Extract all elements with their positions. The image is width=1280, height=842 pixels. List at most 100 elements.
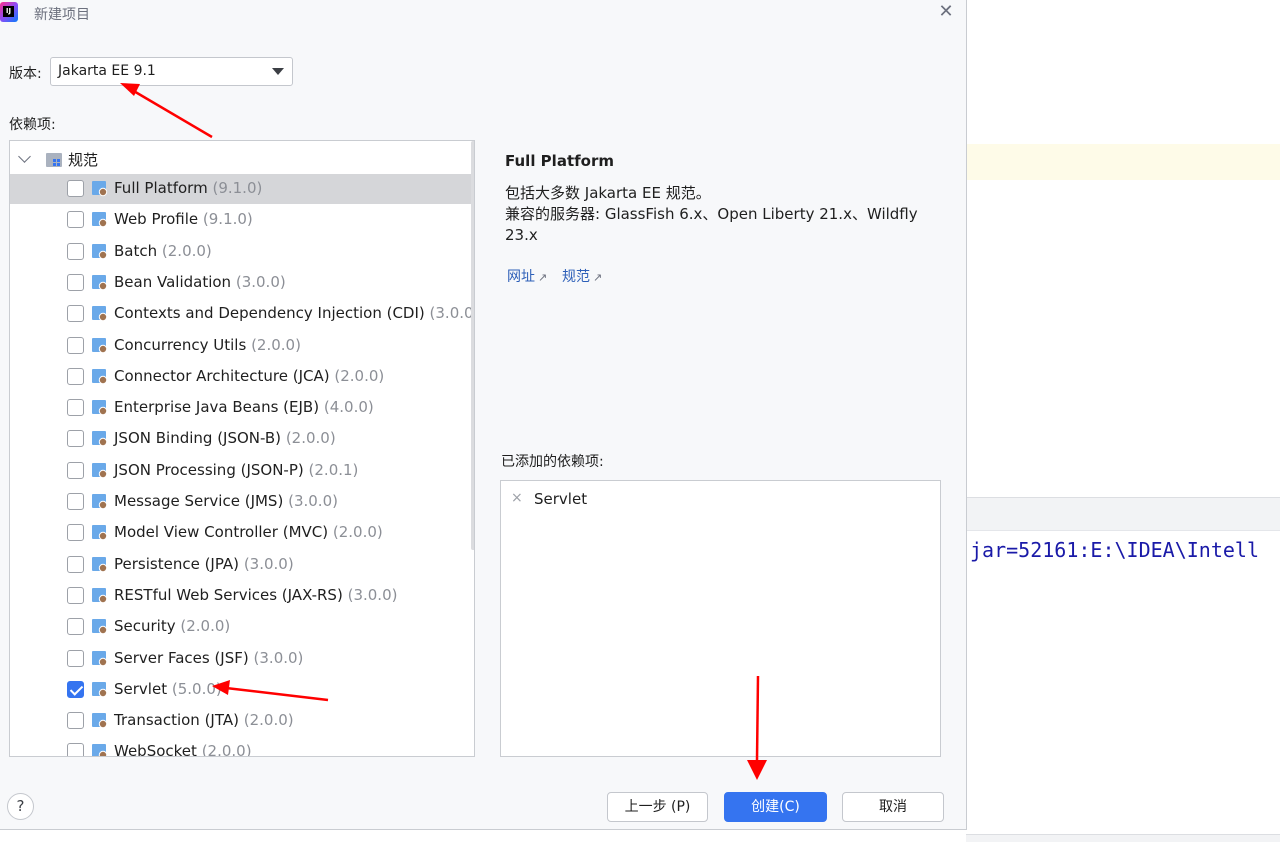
dependency-checkbox[interactable] — [67, 649, 84, 667]
dependency-row[interactable]: JSON Binding (JSON-B) (2.0.0) — [10, 424, 474, 454]
tree-scrollbar[interactable] — [471, 141, 474, 550]
dependency-label: Enterprise Java Beans (EJB) (4.0.0) — [114, 398, 374, 416]
dependency-name: Persistence (JPA) — [114, 554, 240, 573]
detail-description: 包括大多数 Jakarta EE 规范。 兼容的服务器: GlassFish 6… — [505, 183, 935, 246]
dependency-checkbox[interactable] — [67, 273, 84, 291]
previous-button[interactable]: 上一步 (P) — [607, 792, 708, 822]
dependency-checkbox[interactable] — [67, 399, 84, 417]
dependency-row[interactable]: Transaction (JTA) (2.0.0) — [10, 706, 474, 736]
website-link-label: 网址 — [507, 269, 535, 285]
dependency-version: (9.1.0) — [202, 210, 253, 229]
library-icon — [92, 744, 108, 756]
library-icon — [92, 587, 108, 608]
detail-title: Full Platform — [505, 152, 614, 170]
dependency-row[interactable]: Connector Architecture (JCA) (2.0.0) — [10, 362, 474, 392]
dependency-row[interactable]: Persistence (JPA) (3.0.0) — [10, 550, 474, 580]
dependency-label: Server Faces (JSF) (3.0.0) — [114, 649, 303, 667]
dependency-label: Concurrency Utils (2.0.0) — [114, 336, 301, 354]
create-button[interactable]: 创建(C) — [724, 792, 827, 822]
dependency-label: Security (2.0.0) — [114, 617, 230, 635]
dependency-name: Batch — [114, 241, 158, 260]
library-icon — [92, 274, 108, 295]
help-button[interactable]: ? — [7, 793, 34, 820]
dependency-row[interactable]: Enterprise Java Beans (EJB) (4.0.0) — [10, 393, 474, 423]
dependency-checkbox[interactable] — [67, 430, 84, 448]
dependency-row[interactable]: RESTful Web Services (JAX-RS) (3.0.0) — [10, 581, 474, 611]
dependencies-label: 依赖项: — [9, 117, 56, 133]
dependency-row[interactable]: Model View Controller (MVC) (2.0.0) — [10, 518, 474, 548]
dependency-version: (2.0.0) — [251, 335, 301, 354]
dependency-row[interactable]: Web Profile (9.1.0) — [10, 205, 474, 235]
dependency-checkbox[interactable] — [67, 211, 84, 229]
new-project-dialog: IJ 新建项目 ✕ 版本: Jakarta EE 9.1 依赖项: 规范 Ful… — [0, 0, 967, 830]
remove-icon[interactable]: × — [511, 490, 523, 506]
dependency-version: (2.0.0) — [201, 742, 252, 757]
dependency-row[interactable]: Batch (2.0.0) — [10, 237, 474, 267]
dependency-label: Persistence (JPA) (3.0.0) — [114, 555, 294, 573]
library-icon — [92, 713, 108, 733]
library-icon — [92, 556, 108, 577]
dependency-checkbox[interactable] — [67, 555, 84, 573]
dependency-checkbox[interactable] — [67, 461, 84, 479]
spec-link-label: 规范 — [562, 269, 590, 285]
dependency-checkbox[interactable] — [67, 524, 84, 542]
library-icon — [92, 431, 108, 451]
dependency-checkbox[interactable] — [67, 336, 84, 354]
dependency-name: Enterprise Java Beans (EJB) — [114, 398, 320, 417]
background-ide-editor — [966, 0, 1280, 842]
dependency-label: Web Profile (9.1.0) — [114, 210, 253, 228]
module-group-icon — [45, 152, 63, 172]
dependencies-tree[interactable]: 规范 Full Platform (9.1.0) Web Profile (9.1… — [9, 140, 475, 757]
dependency-version: (5.0.0) — [171, 679, 222, 698]
website-link[interactable]: 网址 ↗ — [507, 266, 547, 286]
dependency-row[interactable]: Security (2.0.0) — [10, 612, 474, 642]
dependency-checkbox[interactable] — [67, 586, 84, 604]
background-console-output: jar=52161:E:\IDEA\Intell — [970, 538, 1259, 562]
dependency-version: (4.0.0) — [323, 398, 374, 417]
dependency-row[interactable]: Message Service (JMS) (3.0.0) — [10, 487, 474, 517]
dependency-checkbox[interactable] — [67, 680, 84, 698]
dependency-version: (2.0.0) — [243, 711, 294, 730]
tree-group-specifications[interactable]: 规范 — [10, 144, 460, 172]
dropdown-arrow-icon — [272, 68, 284, 75]
dependency-row[interactable]: WebSocket (2.0.0) — [10, 737, 474, 757]
dependency-row[interactable]: Full Platform (9.1.0) — [10, 174, 474, 204]
dependency-checkbox[interactable] — [67, 618, 84, 636]
dependency-checkbox[interactable] — [67, 712, 84, 730]
dependency-label: Connector Architecture (JCA) (2.0.0) — [114, 367, 384, 385]
dependency-name: Concurrency Utils — [114, 335, 247, 354]
dependency-row[interactable]: Bean Validation (3.0.0) — [10, 268, 474, 298]
dependency-checkbox[interactable] — [67, 242, 84, 260]
close-icon[interactable]: ✕ — [936, 2, 956, 22]
screen: jar=52161:E:\IDEA\Intell IJ 新建项目 ✕ 版本: J… — [0, 0, 1280, 842]
dependency-version: (2.0.0) — [334, 366, 385, 385]
library-icon — [92, 650, 108, 671]
dependency-name: Model View Controller (MVC) — [114, 523, 329, 542]
chevron-down-icon[interactable] — [18, 150, 31, 163]
dependency-checkbox[interactable] — [67, 743, 84, 756]
library-icon — [92, 337, 108, 358]
dependency-label: JSON Binding (JSON-B) (2.0.0) — [114, 429, 336, 447]
dependency-row[interactable]: JSON Processing (JSON-P) (2.0.1) — [10, 456, 474, 486]
added-dependencies-label: 已添加的依赖项: — [501, 454, 604, 470]
version-dropdown[interactable]: Jakarta EE 9.1 — [50, 57, 293, 86]
dependency-row[interactable]: Contexts and Dependency Injection (CDI) … — [10, 299, 474, 329]
dependency-checkbox[interactable] — [67, 305, 84, 323]
dependency-name: Security — [114, 617, 176, 636]
dependency-row[interactable]: Server Faces (JSF) (3.0.0) — [10, 644, 474, 674]
dependency-checkbox[interactable] — [67, 367, 84, 385]
added-dependency-item: × Servlet — [511, 490, 611, 510]
dependency-checkbox[interactable] — [67, 493, 84, 510]
spec-link[interactable]: 规范 ↗ — [562, 266, 602, 286]
dependency-label: Batch (2.0.0) — [114, 242, 212, 260]
tree-group-label: 规范 — [68, 151, 99, 169]
dependency-row[interactable]: Servlet (5.0.0) — [10, 675, 474, 705]
dependency-label: Contexts and Dependency Injection (CDI) … — [114, 304, 474, 322]
dependency-row[interactable]: Concurrency Utils (2.0.0) — [10, 331, 474, 361]
dependency-name: WebSocket — [114, 742, 197, 757]
dependency-label: Full Platform (9.1.0) — [114, 179, 262, 197]
dependency-label: Bean Validation (3.0.0) — [114, 273, 286, 291]
dependency-version: (3.0.0) — [288, 492, 338, 510]
cancel-button[interactable]: 取消 — [842, 792, 944, 822]
dependency-checkbox[interactable] — [67, 180, 84, 197]
